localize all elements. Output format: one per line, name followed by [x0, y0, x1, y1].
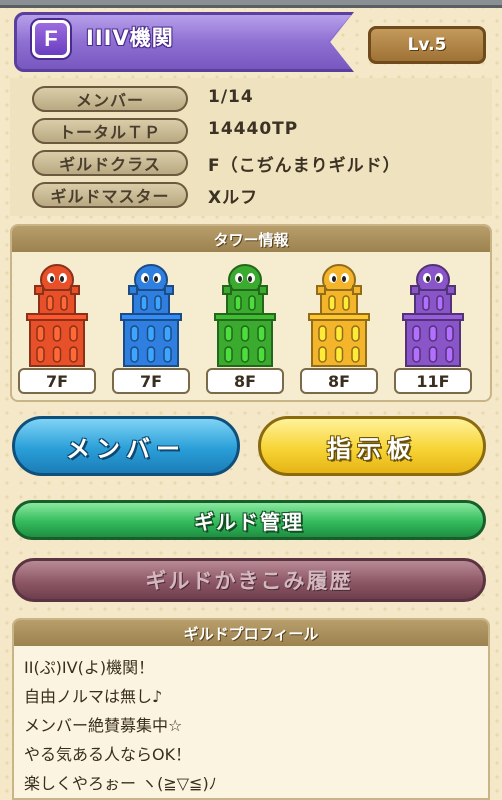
info-label-total-tp: トータルＴＰ	[32, 118, 188, 144]
tower-purple-icon	[402, 264, 464, 367]
guild-level-badge: Lv.5	[368, 26, 486, 64]
tower-info-title: タワー情報	[12, 226, 490, 252]
tower-purple: 11F	[394, 264, 474, 396]
profile-line: II(ぷ)IV(よ)機関！	[24, 658, 155, 677]
info-value-guild-class: F（こぢんまりギルド）	[208, 156, 401, 176]
tower-green: 8F	[206, 264, 286, 396]
info-value-guild-master: Xルフ	[208, 188, 259, 208]
tower-red: 7F	[18, 264, 98, 396]
info-label-guild-class: ギルドクラス	[32, 150, 188, 176]
info-row-guild-class: ギルドクラス F（こぢんまりギルド）	[32, 150, 492, 176]
tower-yellow-icon	[308, 264, 370, 367]
guild-management-button[interactable]: ギルド管理	[12, 500, 486, 540]
tower-red-floor: 7F	[18, 368, 96, 394]
profile-line: 楽しくやろぉー ヽ(≧▽≦)ﾉ	[24, 774, 217, 793]
guild-profile-panel: ギルドプロフィール II(ぷ)IV(よ)機関！ 自由ノルマは無し♪ メンバー絶賛…	[12, 618, 490, 800]
tower-red-icon	[26, 264, 88, 367]
guild-class-badge: F	[32, 20, 70, 58]
info-row-members: メンバー 1/14	[32, 86, 492, 112]
info-value-total-tp: 14440TP	[208, 119, 299, 139]
guild-info-panel: メンバー 1/14 トータルＴＰ 14440TP ギルドクラス F（こぢんまりギ…	[10, 78, 492, 216]
tower-info-panel: タワー情報 7F 7F 8F 8F 11F	[10, 224, 492, 402]
tower-purple-floor: 11F	[394, 368, 472, 394]
info-row-guild-master: ギルドマスター Xルフ	[32, 182, 492, 208]
bulletin-board-button[interactable]: 指示板	[258, 416, 486, 476]
top-frame	[0, 0, 502, 8]
tower-yellow-floor: 8F	[300, 368, 378, 394]
info-value-members: 1/14	[208, 87, 254, 107]
tower-green-icon	[214, 264, 276, 367]
info-row-total-tp: トータルＴＰ 14440TP	[32, 118, 492, 144]
tower-blue-floor: 7F	[112, 368, 190, 394]
tower-blue-icon	[120, 264, 182, 367]
guild-profile-title: ギルドプロフィール	[14, 620, 488, 646]
tower-yellow: 8F	[300, 264, 380, 396]
members-button[interactable]: メンバー	[12, 416, 240, 476]
profile-line: メンバー絶賛募集中☆	[24, 716, 183, 735]
guild-post-history-button[interactable]: ギルドかきこみ履歴	[12, 558, 486, 602]
profile-line: 自由ノルマは無し♪	[24, 687, 163, 706]
guild-name: IIIV機関	[86, 26, 174, 50]
tower-green-floor: 8F	[206, 368, 284, 394]
info-label-members: メンバー	[32, 86, 188, 112]
info-label-guild-master: ギルドマスター	[32, 182, 188, 208]
profile-line: やる気ある人ならOK！	[24, 745, 192, 764]
tower-blue: 7F	[112, 264, 192, 396]
